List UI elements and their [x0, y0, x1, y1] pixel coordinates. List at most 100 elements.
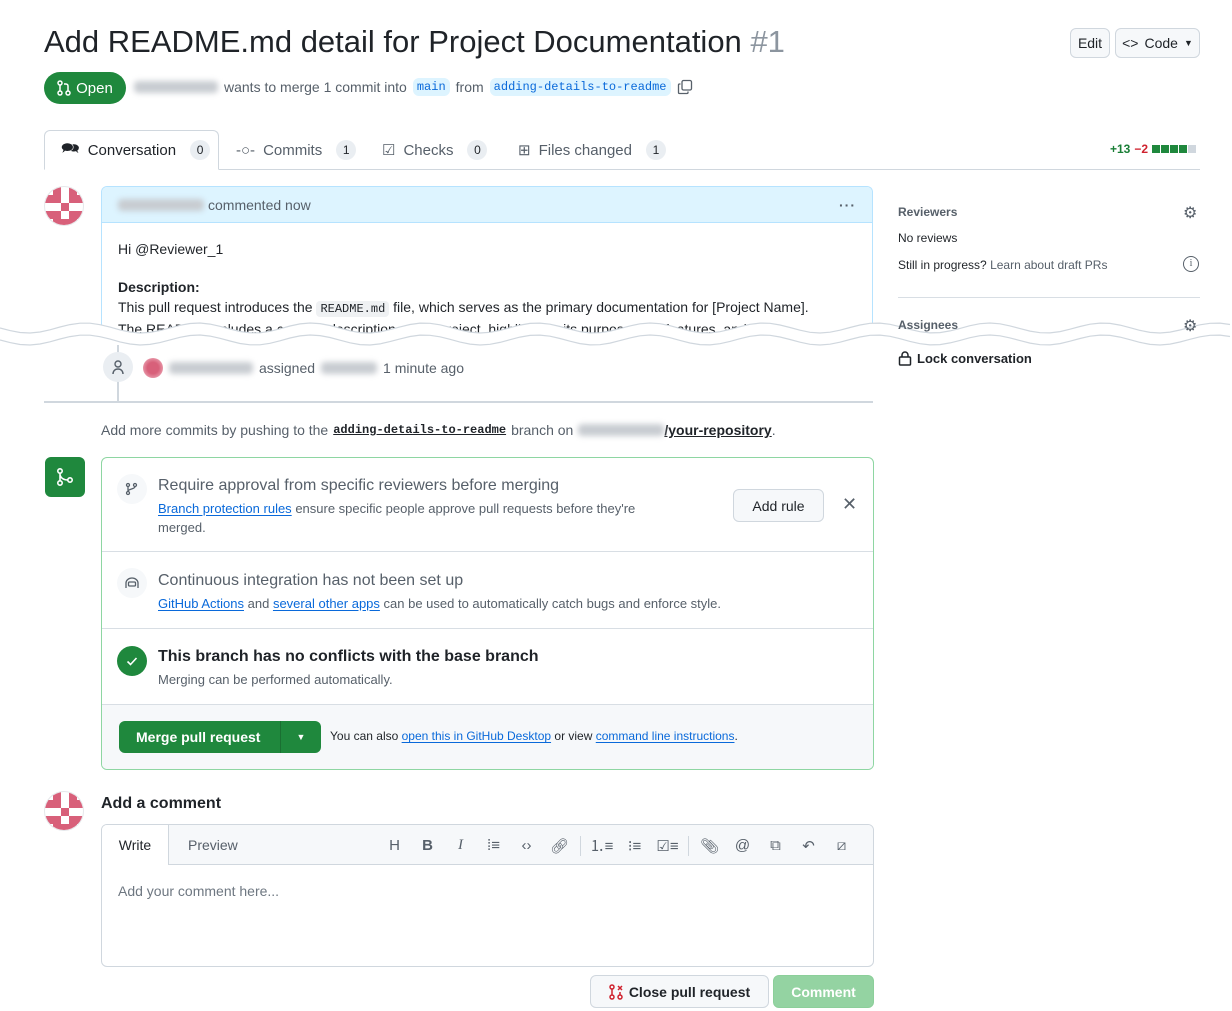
toolbar-divider	[580, 835, 581, 856]
repo-link[interactable]: /your-repository	[664, 422, 771, 438]
info-icon[interactable]: i	[1183, 256, 1199, 272]
branch-protection-link[interactable]: Branch protection rules	[158, 501, 292, 516]
task-list-icon[interactable]: ☑≡	[651, 837, 684, 855]
period: .	[734, 729, 738, 743]
command-line-link[interactable]: command line instructions	[596, 729, 735, 743]
draft-prs-link[interactable]: Learn about draft PRs	[990, 258, 1107, 272]
ordered-list-icon[interactable]: ⒈≡	[585, 835, 618, 856]
diffstat: +13 −2	[1110, 142, 1197, 156]
head-branch[interactable]: adding-details-to-readme	[489, 78, 671, 96]
sidebar-divider	[898, 297, 1200, 298]
link-icon[interactable]: 🔗︎	[543, 837, 576, 855]
github-desktop-link[interactable]: open this in GitHub Desktop	[402, 729, 551, 743]
event-time[interactable]: 1 minute ago	[383, 360, 464, 376]
reply-icon[interactable]: ↶	[792, 837, 825, 855]
close-pull-request-button[interactable]: Close pull request	[590, 975, 769, 1008]
code-button[interactable]: <> Code ▼	[1115, 28, 1200, 58]
other-apps-link[interactable]: several other apps	[273, 596, 380, 611]
caret-down-icon: ▼	[1183, 38, 1193, 48]
mention-icon[interactable]: @	[726, 837, 759, 854]
diffstat-block-added	[1161, 145, 1170, 153]
robot-icon	[117, 568, 147, 598]
or-view-text: or view	[554, 729, 593, 743]
merge-pull-request-button[interactable]: Merge pull request ▼	[119, 721, 321, 753]
comment-button[interactable]: Comment	[773, 975, 874, 1008]
diffstat-blocks	[1152, 145, 1197, 153]
assigned-event: assigned 1 minute ago	[143, 358, 464, 378]
edit-button[interactable]: Edit	[1070, 28, 1110, 58]
git-merge-icon	[45, 457, 85, 497]
slash-command-icon[interactable]: ⧄	[825, 837, 858, 854]
tab-count: 0	[467, 140, 488, 160]
quote-icon[interactable]: ⁞≡	[477, 837, 510, 854]
tab-commits[interactable]: -○- Commits 1	[236, 130, 357, 170]
edit-label: Edit	[1077, 35, 1103, 51]
file-diff-icon: ⊞	[518, 142, 531, 159]
italic-icon[interactable]: I	[444, 837, 477, 854]
add-rule-button[interactable]: Add rule	[733, 489, 824, 522]
write-label: Write	[118, 837, 152, 853]
base-branch[interactable]: main	[412, 78, 450, 96]
tab-preview[interactable]: Preview	[188, 837, 238, 853]
lock-label: Lock conversation	[917, 350, 1032, 366]
actor-avatar[interactable]	[143, 358, 163, 378]
conflicts-description: Merging can be performed automatically.	[158, 672, 393, 687]
tab-count: 1	[645, 140, 666, 160]
git-branch-icon	[117, 474, 147, 504]
bold-icon[interactable]: B	[411, 837, 444, 854]
assignee-name-redacted[interactable]	[321, 362, 378, 374]
merge-box: Require approval from specific reviewers…	[101, 457, 874, 770]
comment-editor: Write Preview H B I ⁞≡ ‹› 🔗︎ ⒈≡ ⁝≡ ☑≡ 📎︎…	[101, 824, 874, 967]
merge-options-caret-icon[interactable]: ▼	[280, 721, 321, 753]
gear-icon[interactable]: ⚙	[1183, 203, 1197, 223]
comment-discussion-icon: 🗪	[61, 139, 80, 157]
ci-section: Continuous integration has not been set …	[102, 552, 873, 629]
owner-name-redacted[interactable]	[578, 424, 665, 436]
author-name-redacted[interactable]	[118, 198, 204, 211]
check-circle-icon	[117, 646, 147, 676]
reviewers-heading[interactable]: Reviewers	[898, 205, 957, 219]
tab-checks[interactable]: ☑ Checks 0	[382, 130, 488, 170]
branch-link[interactable]: adding-details-to-readme	[333, 423, 506, 437]
comment-greeting: Hi @Reviewer_1	[118, 241, 224, 257]
description-heading: Description:	[118, 279, 200, 295]
tab-count: 0	[190, 140, 211, 160]
current-user-avatar[interactable]	[44, 791, 84, 831]
author-name-redacted[interactable]	[134, 81, 218, 93]
close-icon[interactable]: ✕	[842, 494, 857, 515]
code-icon[interactable]: ‹›	[510, 837, 543, 854]
tab-files-changed[interactable]: ⊞ Files changed 1	[518, 130, 666, 170]
cross-reference-icon[interactable]: ⧉	[759, 837, 792, 854]
tab-label: Conversation	[87, 141, 177, 159]
push-hint: Add more commits by pushing to the addin…	[101, 422, 776, 438]
github-actions-link[interactable]: GitHub Actions	[158, 596, 244, 611]
page-title: Add README.md detail for Project Documen…	[44, 24, 785, 60]
copy-icon[interactable]	[677, 79, 693, 95]
lock-conversation-button[interactable]: Lock conversation	[898, 350, 1032, 366]
merge-summary: wants to merge 1 commit into main from a…	[134, 78, 693, 96]
unordered-list-icon[interactable]: ⁝≡	[618, 837, 651, 855]
comment-action: commented now	[208, 196, 311, 213]
push-hint-text: branch on	[511, 422, 574, 438]
code-icon: <>	[1122, 35, 1139, 51]
timeline-end-divider	[44, 401, 873, 403]
comment-textarea[interactable]: Add your comment here...	[102, 865, 873, 917]
kebab-menu-icon[interactable]: ···	[839, 197, 856, 213]
comment-label: Comment	[791, 983, 856, 1000]
tab-conversation[interactable]: 🗪 Conversation 0	[44, 130, 219, 170]
ci-title: Continuous integration has not been set …	[158, 572, 464, 589]
push-hint-text: Add more commits by pushing to the	[101, 422, 329, 438]
tab-write[interactable]: Write	[102, 825, 169, 865]
assignees-heading[interactable]: Assignees	[898, 318, 958, 332]
author-avatar[interactable]	[44, 186, 84, 226]
gear-icon[interactable]: ⚙	[1183, 316, 1197, 336]
description-text: This pull request introduces the	[118, 299, 313, 315]
heading-icon[interactable]: H	[378, 837, 411, 854]
pr-number: #1	[750, 24, 785, 59]
inline-code: README.md	[316, 301, 390, 317]
editor-toolbar: Write Preview H B I ⁞≡ ‹› 🔗︎ ⒈≡ ⁝≡ ☑≡ 📎︎…	[102, 825, 873, 865]
actor-name-redacted[interactable]	[169, 362, 253, 374]
attach-icon[interactable]: 📎︎	[693, 837, 726, 855]
also-text: You can also	[330, 729, 399, 743]
add-comment-heading: Add a comment	[101, 795, 222, 812]
